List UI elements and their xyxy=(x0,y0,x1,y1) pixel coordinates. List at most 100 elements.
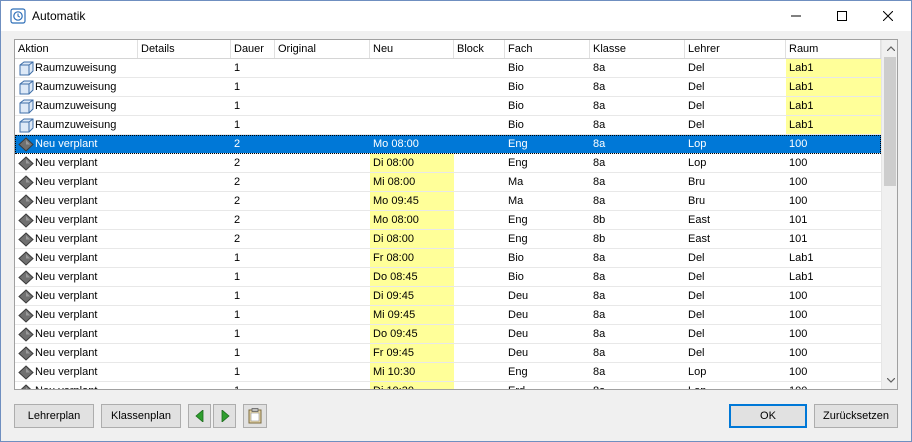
column-header-klasse[interactable]: Klasse xyxy=(590,40,685,58)
table-row[interactable]: Neu verplant 1 Fr 08:00 Bio 8a Del Lab1 xyxy=(15,249,881,268)
column-header-raum[interactable]: Raum xyxy=(786,40,881,58)
lehrerplan-button[interactable]: Lehrerplan xyxy=(14,404,94,428)
table-row[interactable]: Neu verplant 1 Do 09:45 Deu 8a Del 100 xyxy=(15,325,881,344)
column-header-details[interactable]: Details xyxy=(138,40,231,58)
vertical-scrollbar[interactable] xyxy=(881,40,897,389)
ok-button[interactable]: OK xyxy=(729,404,807,428)
cell-original xyxy=(275,325,370,343)
column-header-lehrer[interactable]: Lehrer xyxy=(685,40,786,58)
table-row[interactable]: Neu verplant 2 Mo 08:00 Eng 8a Lop 100 xyxy=(15,135,881,154)
column-header-block[interactable]: Block xyxy=(454,40,505,58)
table-row[interactable]: Neu verplant 2 Mo 09:45 Ma 8a Bru 100 xyxy=(15,192,881,211)
cell-lehrer: Del xyxy=(688,328,705,340)
previous-button[interactable] xyxy=(188,404,211,428)
table-row[interactable]: Neu verplant 1 Do 08:45 Bio 8a Del Lab1 xyxy=(15,268,881,287)
table-row[interactable]: Neu verplant 1 Mi 09:45 Deu 8a Del 100 xyxy=(15,306,881,325)
table-row[interactable]: Neu verplant 2 Di 08:00 Eng 8b East 101 xyxy=(15,230,881,249)
column-header-fach[interactable]: Fach xyxy=(505,40,590,58)
cell-block xyxy=(454,154,505,172)
rescheduled-icon xyxy=(18,137,34,152)
cell-dauer: 1 xyxy=(234,81,241,93)
cell-aktion: Neu verplant xyxy=(15,192,138,210)
cell-klasse: 8a xyxy=(593,328,606,340)
table-row[interactable]: Neu verplant 1 Di 10:30 Erd8aLop100 xyxy=(15,382,881,389)
cell-raum: Lab1 xyxy=(786,78,881,96)
table-row[interactable]: Raumzuweisung 1 Bio 8a Del Lab1 xyxy=(15,78,881,97)
cell-details xyxy=(138,211,231,229)
cell-details xyxy=(138,97,231,115)
cell-details xyxy=(138,78,231,96)
cell-block xyxy=(454,382,505,389)
column-header-neu[interactable]: Neu xyxy=(370,40,454,58)
cell-lehrer: Del xyxy=(688,100,705,112)
arrow-left-icon xyxy=(194,410,203,422)
cell-raum: 100 xyxy=(789,309,808,321)
table-row[interactable]: Neu verplant 1 Di 09:45 Deu 8a Del 100 xyxy=(15,287,881,306)
table-row[interactable]: Neu verplant 1 Mi 10:30 Eng 8a Lop 100 xyxy=(15,363,881,382)
next-button[interactable] xyxy=(213,404,236,428)
table-row[interactable]: Raumzuweisung 1 Bio 8a Del Lab1 xyxy=(15,59,881,78)
cell-block xyxy=(454,192,505,210)
cell-original xyxy=(275,230,370,248)
cell-original xyxy=(275,287,370,305)
column-header-dauer[interactable]: Dauer xyxy=(231,40,275,58)
rescheduled-icon xyxy=(18,194,34,209)
table-row[interactable]: Neu verplant 2 Mo 08:00 Eng 8b East 101 xyxy=(15,211,881,230)
table-row[interactable]: Raumzuweisung 1 Bio 8a Del Lab1 xyxy=(15,97,881,116)
cell-details xyxy=(138,325,231,343)
arrow-right-icon xyxy=(221,410,230,422)
cell-lehrer: Del xyxy=(688,271,705,283)
column-header-original[interactable]: Original xyxy=(275,40,370,58)
cell-klasse: 8b xyxy=(593,233,606,245)
cell-aktion: Neu verplant xyxy=(15,325,138,343)
cell-dauer: 1 xyxy=(234,309,241,321)
column-header-aktion[interactable]: Aktion xyxy=(15,40,138,58)
cell-neu: Di 10:30 xyxy=(370,382,454,389)
cell-block xyxy=(454,211,505,229)
rescheduled-icon xyxy=(18,327,34,342)
cell-klasse: 8a xyxy=(593,100,606,112)
table-row[interactable]: Raumzuweisung 1 Bio 8a Del Lab1 xyxy=(15,116,881,135)
rescheduled-icon xyxy=(18,346,34,361)
table-row[interactable]: Neu verplant 2 Di 08:00 Eng 8a Lop 100 xyxy=(15,154,881,173)
cell-raum: 100 xyxy=(789,290,808,302)
cell-lehrer: Del xyxy=(688,62,705,74)
action-label: Neu verplant xyxy=(35,271,98,283)
cell-raum: 101 xyxy=(789,233,808,245)
cell-lehrer: East xyxy=(688,214,711,226)
cell-dauer: 1 xyxy=(234,328,241,340)
cell-neu: Di 09:45 xyxy=(370,287,454,305)
cell-lehrer: Lop xyxy=(688,366,707,378)
klassenplan-button[interactable]: Klassenplan xyxy=(101,404,181,428)
cell-block xyxy=(454,173,505,191)
scroll-down-button[interactable] xyxy=(882,372,897,389)
table-row[interactable]: Neu verplant 1 Fr 09:45 Deu 8a Del 100 xyxy=(15,344,881,363)
actions-table[interactable]: Aktion Details Dauer Original Neu Block … xyxy=(14,39,898,390)
scroll-up-icon xyxy=(886,46,895,51)
cell-raum: 100 xyxy=(789,138,808,150)
cell-dauer: 1 xyxy=(234,290,241,302)
table-row[interactable]: Neu verplant 2 Mi 08:00 Ma 8a Bru 100 xyxy=(15,173,881,192)
cell-block xyxy=(454,135,505,153)
close-button[interactable] xyxy=(865,1,911,31)
scrollbar-thumb[interactable] xyxy=(884,57,896,186)
action-label: Neu verplant xyxy=(35,233,98,245)
cell-fach: Eng xyxy=(508,138,528,150)
minimize-button[interactable] xyxy=(773,1,819,31)
cell-dauer: 2 xyxy=(234,214,241,226)
maximize-button[interactable] xyxy=(819,1,865,31)
reset-button[interactable]: Zurücksetzen xyxy=(814,404,898,428)
cell-neu xyxy=(370,59,454,77)
action-label: Neu verplant xyxy=(35,176,98,188)
cell-details xyxy=(138,268,231,286)
rescheduled-icon xyxy=(18,289,34,304)
cell-neu: Di 08:00 xyxy=(370,154,454,172)
title-bar[interactable]: Automatik xyxy=(1,1,911,31)
cell-raum: 100 xyxy=(789,157,808,169)
cell-aktion: Neu verplant xyxy=(15,230,138,248)
cell-lehrer: Del xyxy=(688,309,705,321)
scroll-up-button[interactable] xyxy=(882,40,897,57)
clipboard-button[interactable] xyxy=(243,404,267,428)
cell-raum: 100 xyxy=(789,176,808,188)
cell-klasse: 8b xyxy=(593,214,606,226)
